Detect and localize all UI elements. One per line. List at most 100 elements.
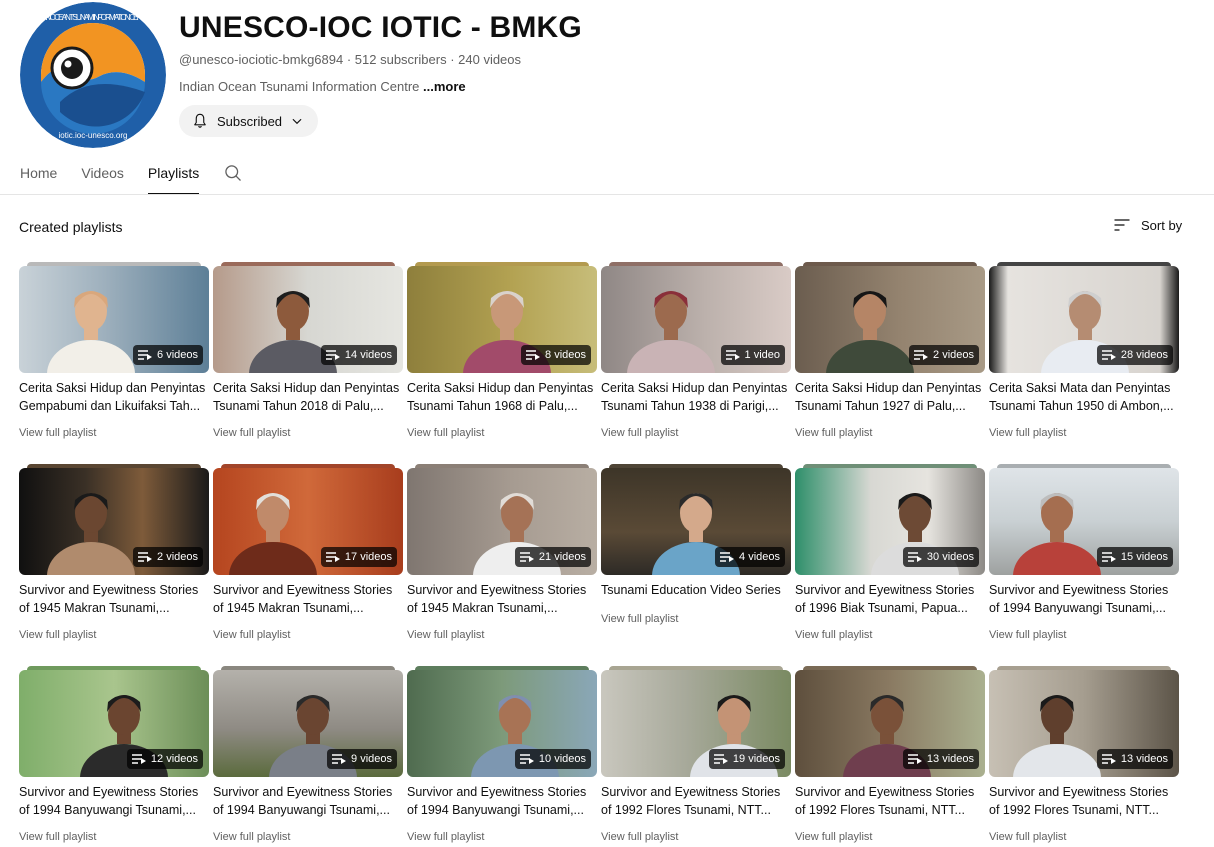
- playlist-card[interactable]: 2 videos Cerita Saksi Hidup dan Penyintas…: [795, 262, 985, 464]
- playlist-card[interactable]: 19 videos Survivor and Eyewitness Stories…: [601, 666, 791, 847]
- video-count-text: 9 videos: [351, 753, 392, 765]
- playlist-thumbnail[interactable]: 13 videos: [989, 670, 1179, 777]
- video-count-text: 13 videos: [1120, 753, 1168, 765]
- subscribed-button[interactable]: Subscribed: [179, 105, 319, 137]
- video-count-text: 13 videos: [926, 753, 974, 765]
- view-full-playlist-link[interactable]: View full playlist: [407, 427, 484, 439]
- playlist-thumbnail[interactable]: 30 videos: [795, 468, 985, 575]
- playlist-title[interactable]: Survivor and Eyewitness Stories of 1945 …: [213, 581, 403, 617]
- playlist-icon: [1101, 552, 1116, 562]
- view-full-playlist-link[interactable]: View full playlist: [19, 427, 96, 439]
- playlist-thumbnail[interactable]: 9 videos: [213, 670, 403, 777]
- playlist-title[interactable]: Cerita Saksi Mata dan Penyintas Tsunami …: [989, 379, 1179, 415]
- playlist-card[interactable]: 13 videos Survivor and Eyewitness Stories…: [795, 666, 985, 847]
- subscriber-count: 512 subscribers: [354, 52, 447, 67]
- view-full-playlist-link[interactable]: View full playlist: [795, 427, 872, 439]
- channel-description[interactable]: Indian Ocean Tsunami Information Centre …: [179, 79, 582, 94]
- view-full-playlist-link[interactable]: View full playlist: [407, 831, 484, 843]
- playlist-title[interactable]: Survivor and Eyewitness Stories of 1945 …: [407, 581, 597, 617]
- video-count-badge: 13 videos: [902, 749, 979, 769]
- playlist-thumbnail[interactable]: 6 videos: [19, 266, 209, 373]
- playlist-card[interactable]: 13 videos Survivor and Eyewitness Stories…: [989, 666, 1179, 847]
- tab-playlists[interactable]: Playlists: [147, 155, 200, 195]
- playlist-title[interactable]: Survivor and Eyewitness Stories of 1996 …: [795, 581, 985, 617]
- tab-home[interactable]: Home: [20, 155, 57, 195]
- view-full-playlist-link[interactable]: View full playlist: [989, 427, 1066, 439]
- playlist-thumbnail[interactable]: 14 videos: [213, 266, 403, 373]
- playlist-title[interactable]: Cerita Saksi Hidup dan Penyintas Tsunami…: [601, 379, 791, 415]
- playlist-title[interactable]: Survivor and Eyewitness Stories of 1992 …: [795, 783, 985, 819]
- playlist-card[interactable]: 12 videos Survivor and Eyewitness Stories…: [19, 666, 209, 847]
- playlist-thumbnail[interactable]: 1 video: [601, 266, 791, 373]
- view-full-playlist-link[interactable]: View full playlist: [989, 629, 1066, 641]
- view-full-playlist-link[interactable]: View full playlist: [213, 831, 290, 843]
- playlist-title[interactable]: Survivor and Eyewitness Stories of 1992 …: [989, 783, 1179, 819]
- view-full-playlist-link[interactable]: View full playlist: [407, 629, 484, 641]
- playlist-title[interactable]: Survivor and Eyewitness Stories of 1994 …: [989, 581, 1179, 617]
- playlist-card[interactable]: 4 videos Tsunami Education Video Series Vi…: [601, 464, 791, 666]
- playlist-thumbnail[interactable]: 10 videos: [407, 670, 597, 777]
- playlist-card[interactable]: 14 videos Cerita Saksi Hidup dan Penyinta…: [213, 262, 403, 464]
- sort-by-button[interactable]: Sort by: [1112, 215, 1182, 235]
- playlist-thumbnail[interactable]: 2 videos: [795, 266, 985, 373]
- view-full-playlist-link[interactable]: View full playlist: [19, 831, 96, 843]
- view-full-playlist-link[interactable]: View full playlist: [19, 629, 96, 641]
- view-full-playlist-link[interactable]: View full playlist: [601, 831, 678, 843]
- video-count-badge: 12 videos: [126, 749, 203, 769]
- playlist-card[interactable]: 10 videos Survivor and Eyewitness Stories…: [407, 666, 597, 847]
- playlist-card[interactable]: 17 videos Survivor and Eyewitness Stories…: [213, 464, 403, 666]
- more-link[interactable]: ...more: [423, 79, 466, 94]
- playlist-icon: [325, 350, 340, 360]
- view-full-playlist-link[interactable]: View full playlist: [601, 427, 678, 439]
- video-count-text: 19 videos: [732, 753, 780, 765]
- playlist-title[interactable]: Survivor and Eyewitness Stories of 1994 …: [19, 783, 209, 819]
- playlist-thumbnail[interactable]: 15 videos: [989, 468, 1179, 575]
- video-count-text: 17 videos: [344, 551, 392, 563]
- view-full-playlist-link[interactable]: View full playlist: [989, 831, 1066, 843]
- playlist-title[interactable]: Survivor and Eyewitness Stories of 1994 …: [407, 783, 597, 819]
- channel-avatar[interactable]: INDIAN OCEAN TSUNAMI INFORMATION CENTRE …: [20, 2, 166, 148]
- playlist-thumbnail[interactable]: 13 videos: [795, 670, 985, 777]
- playlist-thumbnail[interactable]: 17 videos: [213, 468, 403, 575]
- playlist-card[interactable]: 9 videos Survivor and Eyewitness Stories …: [213, 666, 403, 847]
- view-full-playlist-link[interactable]: View full playlist: [601, 613, 678, 625]
- playlist-card[interactable]: 8 videos Cerita Saksi Hidup dan Penyintas…: [407, 262, 597, 464]
- playlist-thumbnail[interactable]: 8 videos: [407, 266, 597, 373]
- view-full-playlist-link[interactable]: View full playlist: [213, 427, 290, 439]
- playlist-title[interactable]: Cerita Saksi Hidup dan Penyintas Tsunami…: [407, 379, 597, 415]
- playlist-card[interactable]: 2 videos Survivor and Eyewitness Stories …: [19, 464, 209, 666]
- sort-by-label: Sort by: [1141, 217, 1183, 233]
- playlist-icon: [519, 754, 534, 764]
- playlist-title[interactable]: Survivor and Eyewitness Stories of 1945 …: [19, 581, 209, 617]
- playlist-thumbnail[interactable]: 28 videos: [989, 266, 1179, 373]
- video-count-text: 2 videos: [157, 551, 198, 563]
- playlist-title[interactable]: Survivor and Eyewitness Stories of 1994 …: [213, 783, 403, 819]
- playlist-thumbnail[interactable]: 21 videos: [407, 468, 597, 575]
- section-title: Created playlists: [19, 219, 123, 235]
- playlist-card[interactable]: 6 videos Cerita Saksi Hidup dan Penyintas…: [19, 262, 209, 464]
- playlist-title[interactable]: Cerita Saksi Hidup dan Penyintas Tsunami…: [795, 379, 985, 415]
- tab-videos[interactable]: Videos: [81, 155, 124, 195]
- playlist-thumbnail[interactable]: 2 videos: [19, 468, 209, 575]
- playlist-icon: [720, 552, 735, 562]
- playlist-card[interactable]: 30 videos Survivor and Eyewitness Stories…: [795, 464, 985, 666]
- view-full-playlist-link[interactable]: View full playlist: [795, 629, 872, 641]
- playlist-title[interactable]: Survivor and Eyewitness Stories of 1992 …: [601, 783, 791, 819]
- playlist-icon: [138, 552, 153, 562]
- playlist-title[interactable]: Tsunami Education Video Series: [601, 581, 791, 599]
- playlist-card[interactable]: 15 videos Survivor and Eyewitness Stories…: [989, 464, 1179, 666]
- playlist-thumbnail[interactable]: 4 videos: [601, 468, 791, 575]
- playlist-card[interactable]: 21 videos Survivor and Eyewitness Stories…: [407, 464, 597, 666]
- playlist-icon: [325, 552, 340, 562]
- playlist-thumbnail[interactable]: 12 videos: [19, 670, 209, 777]
- channel-handle: @unesco-iociotic-bmkg6894: [179, 52, 344, 67]
- video-count-badge: 30 videos: [902, 547, 979, 567]
- view-full-playlist-link[interactable]: View full playlist: [795, 831, 872, 843]
- view-full-playlist-link[interactable]: View full playlist: [213, 629, 290, 641]
- playlist-card[interactable]: 1 video Cerita Saksi Hidup dan Penyintas …: [601, 262, 791, 464]
- playlist-title[interactable]: Cerita Saksi Hidup dan Penyintas Gempabu…: [19, 379, 209, 415]
- playlist-thumbnail[interactable]: 19 videos: [601, 670, 791, 777]
- playlist-title[interactable]: Cerita Saksi Hidup dan Penyintas Tsunami…: [213, 379, 403, 415]
- playlist-card[interactable]: 28 videos Cerita Saksi Mata dan Penyintas…: [989, 262, 1179, 464]
- tab-search-button[interactable]: [223, 155, 243, 188]
